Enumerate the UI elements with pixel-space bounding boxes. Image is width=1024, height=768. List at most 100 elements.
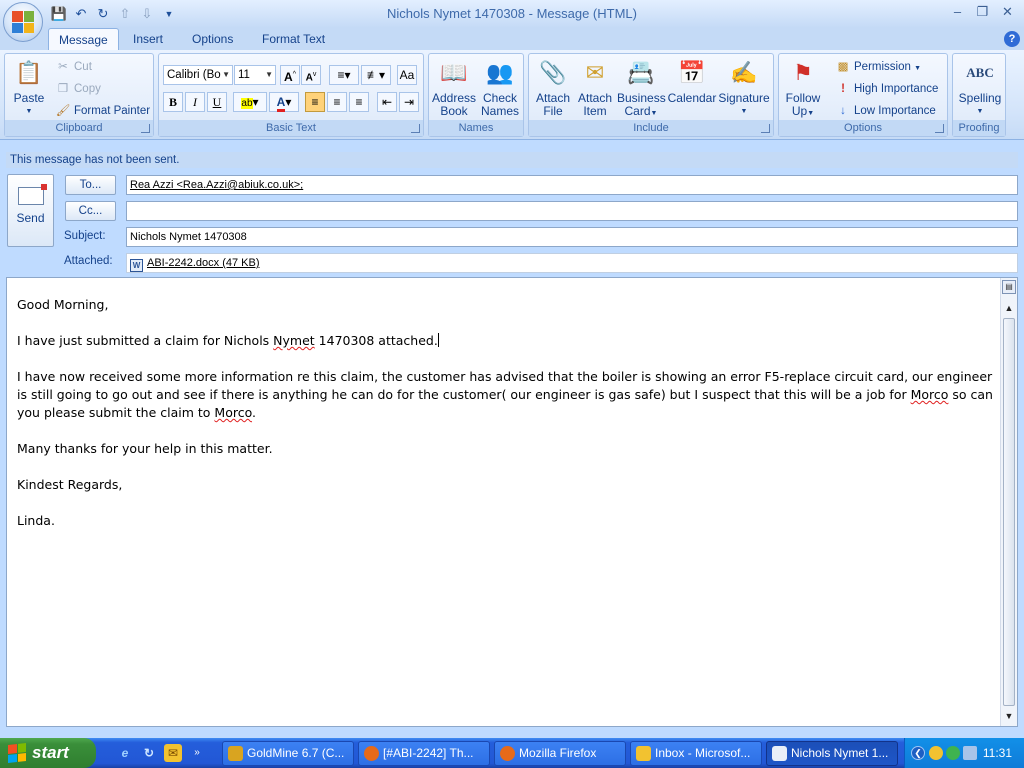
close-button[interactable]: ✕ [995, 2, 1020, 22]
subject-field[interactable]: Nichols Nymet 1470308 [126, 227, 1018, 247]
check-names-icon: 👥 [486, 59, 514, 85]
outlook-icon[interactable]: ✉ [164, 744, 182, 762]
align-right-button[interactable]: ≡ [349, 92, 369, 112]
check-names-button[interactable]: 👥 Check Names [477, 56, 523, 118]
p1-text-a: I have just submitted a claim for Nichol… [17, 333, 274, 348]
task-message[interactable]: Nichols Nymet 1... [766, 741, 898, 766]
task-label-inbox: Inbox - Microsof... [655, 746, 751, 760]
increase-indent-button[interactable]: ⇥ [399, 92, 419, 112]
copy-button[interactable]: ❐ Copy [55, 80, 101, 98]
to-recipient[interactable]: Rea Azzi <Rea.Azzi@abiuk.co.uk>; [130, 179, 303, 191]
task-firefox[interactable]: Mozilla Firefox [494, 741, 626, 766]
align-left-button[interactable]: ≡ [305, 92, 325, 112]
font-color-button[interactable]: A▾ [269, 92, 299, 112]
permission-button[interactable]: ▩ Permission ▼ [835, 58, 921, 76]
tab-format-text[interactable]: Format Text [252, 28, 335, 50]
clipboard-group-label: Clipboard [5, 120, 153, 136]
align-center-button[interactable]: ≡ [327, 92, 347, 112]
scroll-down-icon[interactable]: ▼ [1001, 708, 1017, 724]
vertical-scrollbar[interactable]: ▤ ▲ ▼ [1000, 278, 1017, 726]
send-button[interactable]: Send [7, 174, 54, 247]
attached-field: W ABI-2242.docx (47 KB) [126, 253, 1018, 273]
scroll-thumb[interactable] [1003, 318, 1015, 706]
tray-network-icon[interactable] [963, 746, 977, 760]
highlight-button[interactable]: ab▾ [233, 92, 267, 112]
include-group: 📎 Attach File ✉ Attach Item 📇 Business C… [528, 53, 774, 137]
minimize-button[interactable]: – [945, 2, 970, 22]
grow-font-button[interactable]: A^ [280, 65, 300, 85]
start-button[interactable]: start [0, 738, 96, 768]
copy-icon: ❐ [57, 83, 69, 95]
thanks-paragraph: Many thanks for your help in this matter… [17, 441, 273, 456]
tray-expand-icon[interactable]: ❮ [911, 746, 925, 760]
options-group-label: Options [779, 120, 947, 136]
attach-item-button[interactable]: ✉ Attach Item [573, 56, 617, 118]
address-book-button[interactable]: 📖 Address Book [431, 56, 477, 118]
calendar-button[interactable]: 📅 Calendar [667, 56, 717, 105]
cut-label: Cut [74, 61, 92, 73]
office-button[interactable] [3, 2, 43, 42]
numbering-button[interactable]: ≢▾ [361, 65, 391, 85]
font-size-combo[interactable]: 11 ▼ [234, 65, 276, 85]
paste-label: Paste [13, 91, 45, 105]
clock[interactable]: 11:31 [983, 746, 1012, 760]
basic-text-launcher-icon[interactable] [411, 124, 420, 133]
more-quicklaunch-icon[interactable]: » [188, 744, 206, 762]
task-label-message: Nichols Nymet 1... [791, 746, 889, 760]
envelope-clip-icon: ✉ [585, 59, 605, 85]
tray-status-icon[interactable] [946, 746, 960, 760]
task-goldmine[interactable]: GoldMine 6.7 (C... [222, 741, 354, 766]
message-body[interactable]: Good Morning, I have just submitted a cl… [6, 277, 1018, 727]
address-book-label-2: Book [440, 104, 468, 118]
bullets-button[interactable]: ≡▾ [329, 65, 359, 85]
shrink-font-button[interactable]: Av [301, 65, 321, 85]
ribbon: 📋 Paste ▼ ✂ Cut ❐ Copy 🖌 Format Painter Cli… [0, 50, 1024, 140]
message-body-text[interactable]: Good Morning, I have just submitted a cl… [17, 296, 995, 548]
internet-explorer-icon[interactable]: e [116, 744, 134, 762]
tab-message[interactable]: Message [48, 28, 119, 50]
high-importance-button[interactable]: ! High Importance [835, 80, 938, 98]
attach-file-button[interactable]: 📎 Attach File [531, 56, 575, 118]
paste-button[interactable]: 📋 Paste ▼ [9, 56, 49, 118]
task-abi-ticket[interactable]: [#ABI-2242] Th... [358, 741, 490, 766]
attachment-link[interactable]: ABI-2242.docx (47 KB) [147, 257, 260, 269]
cc-button[interactable]: Cc... [65, 201, 116, 221]
window-title: Nichols Nymet 1470308 - Message (HTML) [387, 6, 637, 21]
low-importance-button[interactable]: ↓ Low Importance [835, 102, 936, 120]
names-group: 📖 Address Book 👥 Check Names Names [428, 53, 524, 137]
maximize-button[interactable]: ❐ [970, 2, 995, 22]
to-field[interactable]: Rea Azzi <Rea.Azzi@abiuk.co.uk>; [126, 175, 1018, 195]
tray-outlook-icon[interactable] [929, 746, 943, 760]
font-name-combo[interactable]: Calibri (Bo ▼ [163, 65, 233, 85]
task-label-goldmine: GoldMine 6.7 (C... [247, 746, 345, 760]
spelling-label: Spelling [958, 91, 1002, 105]
clipboard-launcher-icon[interactable] [141, 124, 150, 133]
follow-up-button[interactable]: ⚑ Follow Up▼ [781, 56, 825, 120]
italic-button[interactable]: I [185, 92, 205, 112]
underline-button[interactable]: U [207, 92, 227, 112]
help-icon[interactable]: ? [1004, 31, 1020, 47]
bold-button[interactable]: B [163, 92, 183, 112]
signature-button[interactable]: ✍ Signature ▼ [717, 56, 771, 118]
tab-insert[interactable]: Insert [123, 28, 173, 50]
taskbar: start e ↻ ✉ » GoldMine 6.7 (C... [#ABI-2… [0, 738, 1024, 768]
business-card-button[interactable]: 📇 Business Card▼ [617, 56, 666, 120]
format-painter-button[interactable]: 🖌 Format Painter [55, 102, 150, 120]
high-importance-label: High Importance [854, 83, 939, 95]
cc-field[interactable] [126, 201, 1018, 221]
include-launcher-icon[interactable] [761, 124, 770, 133]
view-ruler-icon[interactable]: ▤ [1002, 280, 1016, 294]
tab-options[interactable]: Options [182, 28, 243, 50]
decrease-indent-button[interactable]: ⇤ [377, 92, 397, 112]
cut-button[interactable]: ✂ Cut [55, 58, 92, 76]
task-label-firefox: Mozilla Firefox [519, 746, 597, 760]
clear-formatting-button[interactable]: Aa [397, 65, 417, 85]
spelling-button[interactable]: ABC Spelling ▼ [955, 56, 1005, 118]
message-icon [772, 746, 787, 761]
ie-alt-icon[interactable]: ↻ [140, 744, 158, 762]
options-launcher-icon[interactable] [935, 124, 944, 133]
task-inbox[interactable]: Inbox - Microsof... [630, 741, 762, 766]
to-button[interactable]: To... [65, 175, 116, 195]
scroll-up-icon[interactable]: ▲ [1001, 300, 1017, 316]
attach-item-label-2: Item [583, 104, 607, 118]
